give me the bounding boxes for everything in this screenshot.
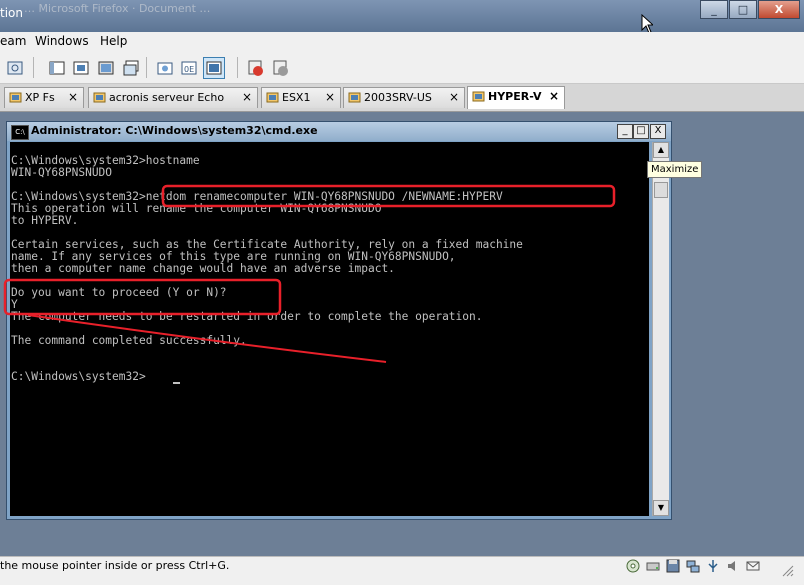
snapshot-icon[interactable] — [154, 57, 176, 79]
console-line: to HYPERV. — [11, 214, 79, 227]
console-line: The command completed successfully. — [11, 334, 247, 347]
cmd-close-button[interactable]: X — [650, 124, 666, 139]
usb-icon[interactable] — [706, 559, 720, 573]
cd-drive-icon[interactable] — [626, 559, 640, 573]
power-off-icon[interactable] — [245, 57, 267, 79]
tab-label: XP Fs — [25, 91, 55, 104]
cmd-maximize-button[interactable]: □ — [633, 124, 649, 139]
hard-disk-icon[interactable] — [646, 559, 660, 573]
message-icon[interactable] — [746, 559, 760, 573]
menu-bar: eam Windows Help — [0, 32, 804, 52]
cmd-titlebar[interactable]: C:\ Administrator: C:\Windows\system32\c… — [7, 122, 671, 141]
vm-icon — [9, 92, 22, 103]
power-cycle-icon[interactable] — [270, 57, 292, 79]
vm-icon — [266, 92, 279, 103]
tab-close-icon[interactable]: × — [449, 90, 459, 104]
maximize-button[interactable]: □ — [729, 0, 757, 19]
tab-esx1[interactable]: ESX1 × — [261, 87, 341, 108]
view-full-icon[interactable] — [70, 57, 92, 79]
window-title-shadow: … Microsoft Firefox · Document … — [24, 2, 211, 15]
tab-acronis-serveur-echo[interactable]: acronis serveur Echo × — [88, 87, 258, 108]
maximize-tooltip: Maximize — [647, 161, 703, 178]
status-bar: the mouse pointer inside or press Ctrl+G… — [0, 556, 804, 585]
tab-2003srv-us[interactable]: 2003SRV-US × — [343, 87, 465, 108]
menu-windows[interactable]: Windows — [35, 34, 89, 48]
vm-tab-bar: XP Fs × acronis serveur Echo × ESX1 × 20… — [0, 84, 804, 112]
resize-grip-icon[interactable] — [780, 563, 794, 577]
scroll-up-icon[interactable]: ▲ — [653, 142, 669, 158]
tab-label: ESX1 — [282, 91, 311, 104]
fit-guest-icon[interactable] — [203, 57, 225, 79]
console-output[interactable]: C:\Windows\system32>hostname WIN-QY68PNS… — [10, 142, 649, 516]
close-button[interactable]: X — [758, 0, 800, 19]
vm-icon — [472, 91, 485, 102]
console-line: The computer needs to be restarted in or… — [11, 310, 483, 323]
tab-label: 2003SRV-US — [364, 91, 432, 104]
tab-label: HYPER-V — [488, 90, 542, 103]
svg-text:0E: 0E — [184, 65, 194, 74]
cmd-icon: C:\ — [11, 125, 29, 140]
tab-close-icon[interactable]: × — [325, 90, 335, 104]
view-normal-icon[interactable] — [46, 57, 68, 79]
tab-close-icon[interactable]: × — [242, 90, 252, 104]
mouse-pointer-icon — [641, 14, 653, 34]
floppy-icon[interactable] — [666, 559, 680, 573]
sound-icon[interactable] — [726, 559, 740, 573]
console-line: Do you want to proceed (Y or N)? — [11, 286, 227, 299]
cmd-minimize-button[interactable]: _ — [617, 124, 633, 139]
cmd-window[interactable]: C:\ Administrator: C:\Windows\system32\c… — [6, 121, 672, 520]
vertical-scrollbar[interactable]: ▲ ▼ — [652, 142, 669, 516]
tab-close-icon[interactable]: × — [549, 89, 559, 103]
console-line: then a computer name change would have a… — [11, 262, 395, 275]
vm-icon — [348, 92, 361, 103]
window-titlebar: tion … Microsoft Firefox · Document … _ … — [0, 0, 804, 32]
toolbar: 0E — [0, 52, 804, 84]
scroll-thumb[interactable] — [654, 182, 668, 198]
vm-properties-icon[interactable] — [4, 57, 26, 79]
menu-team[interactable]: eam — [0, 34, 26, 48]
scroll-down-icon[interactable]: ▼ — [653, 500, 669, 516]
console-line: WIN-QY68PNSNUDO — [11, 166, 113, 179]
minimize-button[interactable]: _ — [700, 0, 728, 19]
tab-hyper-v[interactable]: HYPER-V × — [467, 86, 565, 109]
view-quick-switch-icon[interactable] — [120, 57, 142, 79]
cmd-title: Administrator: C:\Windows\system32\cmd.e… — [31, 124, 318, 137]
tab-close-icon[interactable]: × — [68, 90, 78, 104]
text-cursor — [173, 382, 180, 384]
window-title: tion — [0, 6, 23, 20]
network-icon[interactable] — [686, 559, 700, 573]
vm-icon — [93, 92, 106, 103]
menu-help[interactable]: Help — [100, 34, 127, 48]
console-prompt: C:\Windows\system32> — [11, 370, 146, 383]
clone-icon[interactable]: 0E — [178, 57, 200, 79]
tab-xp-fs[interactable]: XP Fs × — [4, 87, 84, 108]
view-unity-icon[interactable] — [95, 57, 117, 79]
status-text: the mouse pointer inside or press Ctrl+G… — [0, 559, 230, 572]
tab-label: acronis serveur Echo — [109, 91, 225, 104]
